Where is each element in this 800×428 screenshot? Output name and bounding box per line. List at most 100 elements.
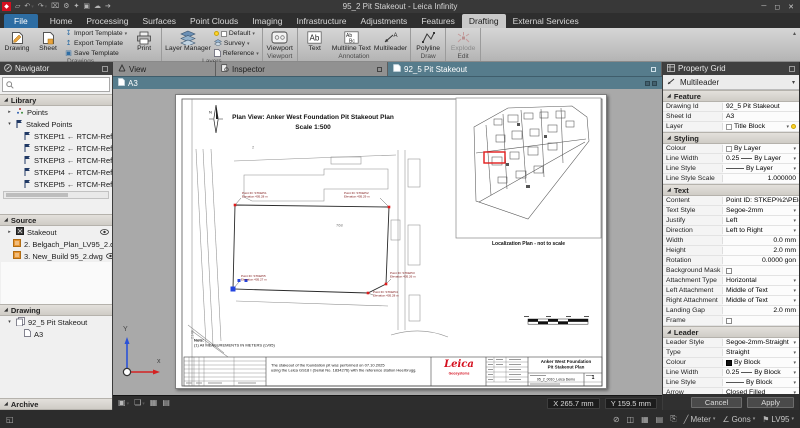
tree-item-stkept1[interactable]: STKEPt1 ← RTCM-Ref 0000 (07/10/ — [0, 130, 112, 142]
prop-justify[interactable]: Justify Left — [663, 216, 799, 226]
horizontal-scrollbar[interactable] — [3, 191, 109, 199]
cancel-button[interactable]: Cancel — [691, 397, 742, 408]
undo-icon[interactable]: ↶ — [24, 2, 33, 12]
sheet-tab-a3[interactable]: A3 — [113, 76, 662, 89]
view-style-dropdown-icon[interactable]: ▣ — [118, 398, 129, 409]
tree-item-stkept2[interactable]: STKEPt2 ← RTCM-Ref 0000 (07/10/ — [0, 142, 112, 154]
prop-right-attachment[interactable]: Right Attachment Middle of Text — [663, 296, 799, 306]
text-button[interactable]: Ab Text — [300, 29, 330, 53]
frame-checkbox[interactable] — [726, 318, 732, 324]
tree-item-stkept5[interactable]: STKEPt5 ← RTCM-Ref 0000 (07/10/ — [0, 178, 112, 190]
layer-bulb-icon[interactable] — [791, 124, 796, 129]
open-icon[interactable]: ▱ — [15, 2, 20, 11]
tab-surfaces[interactable]: Surfaces — [135, 14, 183, 28]
layer-manager-button[interactable]: Layer Manager — [164, 29, 212, 58]
settings-icon[interactable]: ⚙ — [63, 2, 69, 11]
save-template-button[interactable]: ▣ Save Template — [65, 49, 127, 58]
tab-external-services[interactable]: External Services — [506, 14, 586, 28]
tab-features[interactable]: Features — [414, 14, 462, 28]
prop-line-style-scale[interactable]: Line Style Scale 1.000000 — [663, 174, 799, 184]
visibility-eye-icon[interactable] — [106, 253, 112, 259]
section-text[interactable]: Text — [663, 184, 799, 196]
layers-view-icon[interactable]: ▤ — [656, 415, 664, 424]
background-mask-checkbox[interactable] — [726, 268, 732, 274]
tab-adjustments[interactable]: Adjustments — [354, 14, 415, 28]
tree-item-points[interactable]: ▸ Points — [0, 106, 112, 118]
prop-landing-gap[interactable]: Landing Gap 2.0 mm — [663, 306, 799, 316]
pin-icon[interactable] — [102, 66, 108, 72]
drawing-button[interactable]: Drawing — [2, 29, 32, 58]
tab-drafting[interactable]: Drafting — [462, 14, 506, 28]
tree-item-stakeout[interactable]: ▸ Stakeout — [0, 226, 112, 238]
section-drawing[interactable]: Drawing — [0, 304, 112, 316]
survey-layer-select[interactable]: Survey — [214, 39, 259, 48]
pin-icon[interactable] — [789, 66, 795, 72]
section-styling[interactable]: Styling — [663, 132, 799, 144]
sheet-bar-buttons[interactable] — [645, 81, 657, 86]
prop-left-attachment[interactable]: Left Attachment Middle of Text — [663, 286, 799, 296]
tab-processing[interactable]: Processing — [79, 14, 135, 28]
tree-item-newbuild-dwg[interactable]: 3. New_Build 95_2.dwg — [0, 250, 112, 262]
tree-item-stkept4[interactable]: STKEPt4 ← RTCM-Ref 0000 (07/10/ — [0, 166, 112, 178]
section-source[interactable]: Source — [0, 214, 112, 226]
prop-direction[interactable]: Direction Left to Right — [663, 226, 799, 236]
copy-view-icon[interactable]: ⎘ — [670, 414, 676, 424]
sheet-button[interactable]: Sheet — [33, 29, 63, 58]
angle-unit-dropdown[interactable]: ∠ Gons — [722, 415, 755, 424]
archive-icon[interactable]: ▣ — [83, 2, 90, 11]
grid-icon[interactable]: ▦ — [150, 398, 158, 408]
tree-item-staked-points[interactable]: ▾ Staked Points — [0, 118, 112, 130]
import-template-button[interactable]: ↧ Import Template — [65, 29, 127, 38]
snap-toggle-icon[interactable]: ⊘ — [613, 415, 620, 424]
prop-leader-colour[interactable]: Colour By Block — [663, 358, 799, 368]
sheet-paper[interactable]: N Plan View: Anker West Foundation Pit S… — [175, 94, 607, 389]
prop-frame[interactable]: Frame — [663, 316, 799, 326]
grid-toggle-icon[interactable]: ▦ — [641, 415, 649, 424]
prop-colour[interactable]: Colour By Layer — [663, 144, 799, 154]
tree-item-sheet-a3[interactable]: A3 — [0, 328, 112, 340]
reference-layer-select[interactable]: Reference — [214, 49, 259, 58]
tab-point-clouds[interactable]: Point Clouds — [183, 14, 245, 28]
tree-item-belgach-dwg[interactable]: 2. Belgach_Plan_LV95_2.dwg — [0, 238, 112, 250]
section-leader[interactable]: Leader — [663, 326, 799, 338]
crs-dropdown[interactable]: ⚑ LV95 — [762, 415, 794, 424]
prop-layer[interactable]: Layer Title Block — [663, 122, 799, 132]
drawing-canvas[interactable]: N Plan View: Anker West Foundation Pit S… — [113, 89, 662, 395]
export-template-button[interactable]: ↥ Export Template — [65, 39, 127, 48]
prop-content[interactable]: Content Point ID: STKEP%2\PEleva — [663, 196, 799, 206]
prop-leader-line-style[interactable]: Line Style By Block — [663, 378, 799, 388]
tab-view[interactable]: View — [113, 62, 216, 76]
tab-home[interactable]: Home — [43, 14, 80, 28]
redo-icon[interactable]: ↷ — [38, 2, 47, 12]
prop-height[interactable]: Height 2.0 mm — [663, 246, 799, 256]
section-archive[interactable]: Archive — [0, 398, 112, 410]
view-mode-dropdown-icon[interactable]: ❏ — [134, 398, 145, 409]
prop-leader-line-width[interactable]: Line Width 0.25By Block — [663, 368, 799, 378]
apply-button[interactable]: Apply — [747, 397, 794, 408]
prop-leader-style[interactable]: Leader Style Segoe-2mm-Straight — [663, 338, 799, 348]
tab-inspector[interactable]: Inspector — [216, 62, 388, 76]
entity-selector-dropdown[interactable]: Multileader — [663, 75, 799, 90]
tab-infrastructure[interactable]: Infrastructure — [289, 14, 353, 28]
close-icon[interactable]: ✕ — [788, 3, 794, 11]
tools-icon[interactable]: ✦ — [74, 2, 80, 11]
collapse-ribbon-icon[interactable]: ▴ — [793, 30, 796, 37]
multileader-button[interactable]: A Multileader — [373, 29, 408, 53]
prop-line-style[interactable]: Line Style By Layer — [663, 164, 799, 174]
cloud-icon[interactable]: ☁ — [94, 2, 101, 11]
restore-icon[interactable]: ◻ — [774, 3, 780, 11]
multiline-text-button[interactable]: AbBc Multiline Text — [331, 29, 372, 53]
section-library[interactable]: Library — [0, 94, 112, 106]
tree-item-stkept3[interactable]: STKEPt3 ← RTCM-Ref 0000 (07/10/ — [0, 154, 112, 166]
prop-line-width[interactable]: Line Width 0.25By Layer — [663, 154, 799, 164]
polyline-button[interactable]: Polyline — [413, 29, 443, 53]
sheet-layout-icon[interactable]: ▤ — [162, 398, 170, 408]
prop-attachment-type[interactable]: Attachment Type Horizontal — [663, 276, 799, 286]
tree-item-drawing-root[interactable]: ▾ 92_5 Pit Stakeout — [0, 316, 112, 328]
tab-imaging[interactable]: Imaging — [245, 14, 289, 28]
tab-92-5-pit-stakeout[interactable]: 92_5 Pit Stakeout — [388, 62, 662, 76]
prop-width[interactable]: Width 0.0 mm — [663, 236, 799, 246]
tab-file[interactable]: File — [4, 14, 38, 28]
export-icon[interactable]: ➔ — [105, 2, 111, 11]
section-feature[interactable]: Feature — [663, 90, 799, 102]
